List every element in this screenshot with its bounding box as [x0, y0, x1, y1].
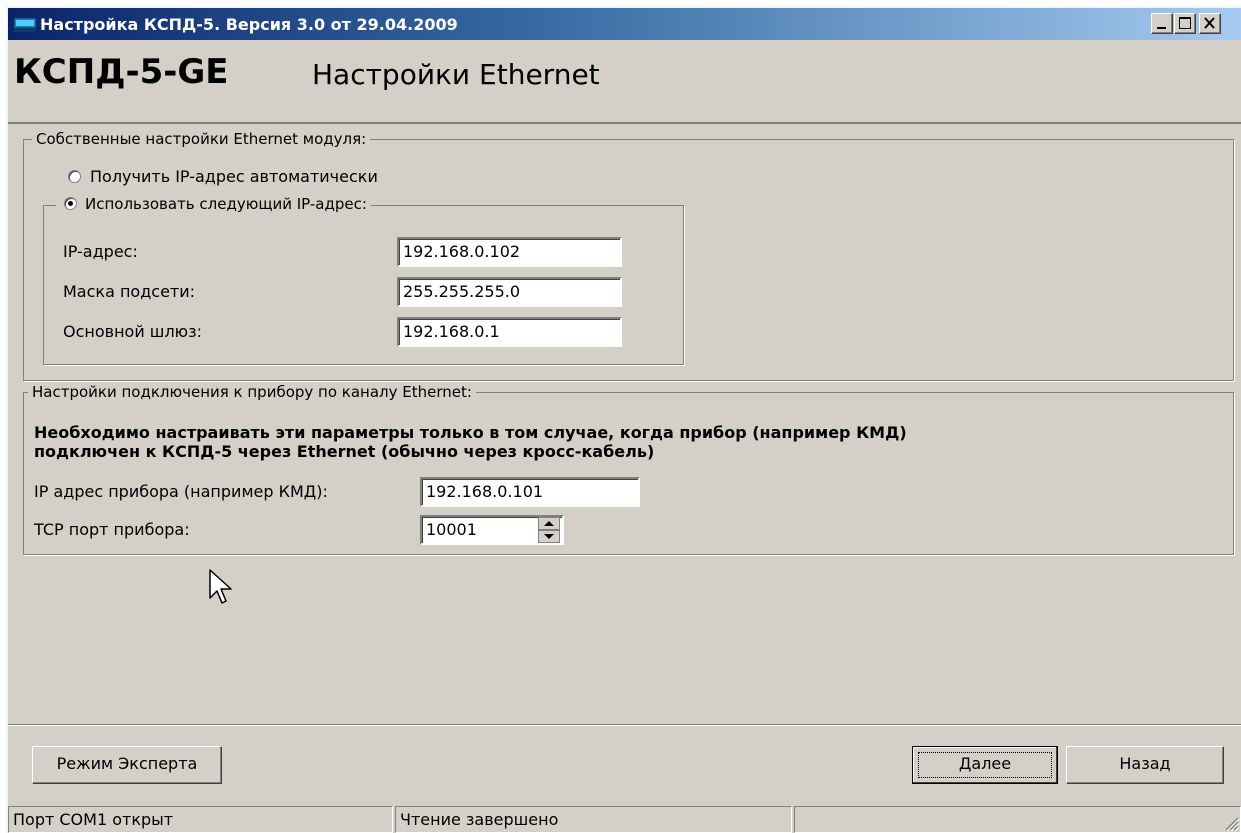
device-ip-input[interactable]: 192.168.0.101 [420, 477, 640, 507]
gateway-label: Основной шлюз: [63, 322, 203, 341]
own-settings-legend: Собственные настройки Ethernet модуля: [32, 130, 371, 148]
tcp-port-spinner[interactable] [538, 517, 560, 543]
minimize-icon [1157, 27, 1166, 29]
ip-address-label: IP-адрес: [63, 242, 138, 261]
manual-ip-legend: Использовать следующий IP-адрес: [56, 195, 371, 213]
device-settings-note-line2: подключен к КСПД-5 через Ethernet (обычн… [34, 442, 655, 461]
device-ip-label: IP адрес прибора (например КМД): [34, 482, 328, 501]
gateway-input[interactable]: 192.168.0.1 [397, 317, 622, 347]
own-settings-group: Собственные настройки Ethernet модуля: П… [23, 130, 1234, 381]
spin-up-down-icon [538, 517, 560, 543]
radio-auto-ip[interactable] [68, 170, 81, 183]
mouse-cursor-icon [209, 569, 232, 604]
status-bar: Порт COM1 открыт Чтение завершено [8, 804, 1241, 833]
maximize-icon [1179, 17, 1191, 29]
title-bar[interactable]: Настройка КСПД-5. Версия 3.0 от 29.04.20… [8, 8, 1241, 40]
manual-ip-group: Использовать следующий IP-адрес: IP-адре… [43, 195, 684, 365]
radio-manual-ip[interactable] [64, 197, 77, 210]
status-extra [794, 806, 1241, 833]
device-settings-legend: Настройки подключения к прибору по канал… [28, 383, 476, 401]
focus-rectangle [918, 752, 1052, 778]
subnet-mask-input[interactable]: 255.255.255.0 [397, 277, 622, 307]
radio-auto-ip-label[interactable]: Получить IP-адрес автоматически [90, 167, 378, 186]
status-port: Порт COM1 открыт [8, 806, 393, 833]
tcp-port-value: 10001 [426, 520, 477, 539]
bottom-divider [8, 724, 1241, 726]
expert-mode-button[interactable]: Режим Эксперта [32, 746, 222, 784]
device-model-title: КСПД-5-GE [14, 52, 229, 92]
window-title: Настройка КСПД-5. Версия 3.0 от 29.04.20… [40, 15, 458, 34]
status-read: Чтение завершено [395, 806, 792, 833]
tcp-port-label: TCP порт прибора: [34, 520, 190, 539]
page-header: КСПД-5-GE Настройки Ethernet [8, 40, 1241, 124]
page-title: Настройки Ethernet [312, 58, 600, 91]
main-window: Настройка КСПД-5. Версия 3.0 от 29.04.20… [6, 6, 1241, 833]
ip-address-input[interactable]: 192.168.0.102 [397, 237, 622, 267]
device-settings-note-line1: Необходимо настраивать эти параметры тол… [34, 423, 907, 442]
resize-grip-icon[interactable] [1223, 815, 1239, 831]
device-settings-group: Настройки подключения к прибору по канал… [23, 383, 1234, 555]
next-button[interactable]: Далее [912, 746, 1058, 784]
close-icon [1204, 17, 1215, 29]
maximize-button[interactable] [1174, 13, 1196, 34]
back-button[interactable]: Назад [1066, 746, 1224, 784]
minimize-button[interactable] [1151, 13, 1173, 34]
radio-manual-ip-label[interactable]: Использовать следующий IP-адрес: [85, 195, 367, 213]
subnet-mask-label: Маска подсети: [63, 282, 196, 301]
close-button[interactable] [1199, 13, 1221, 34]
app-monitor-icon [14, 18, 36, 32]
